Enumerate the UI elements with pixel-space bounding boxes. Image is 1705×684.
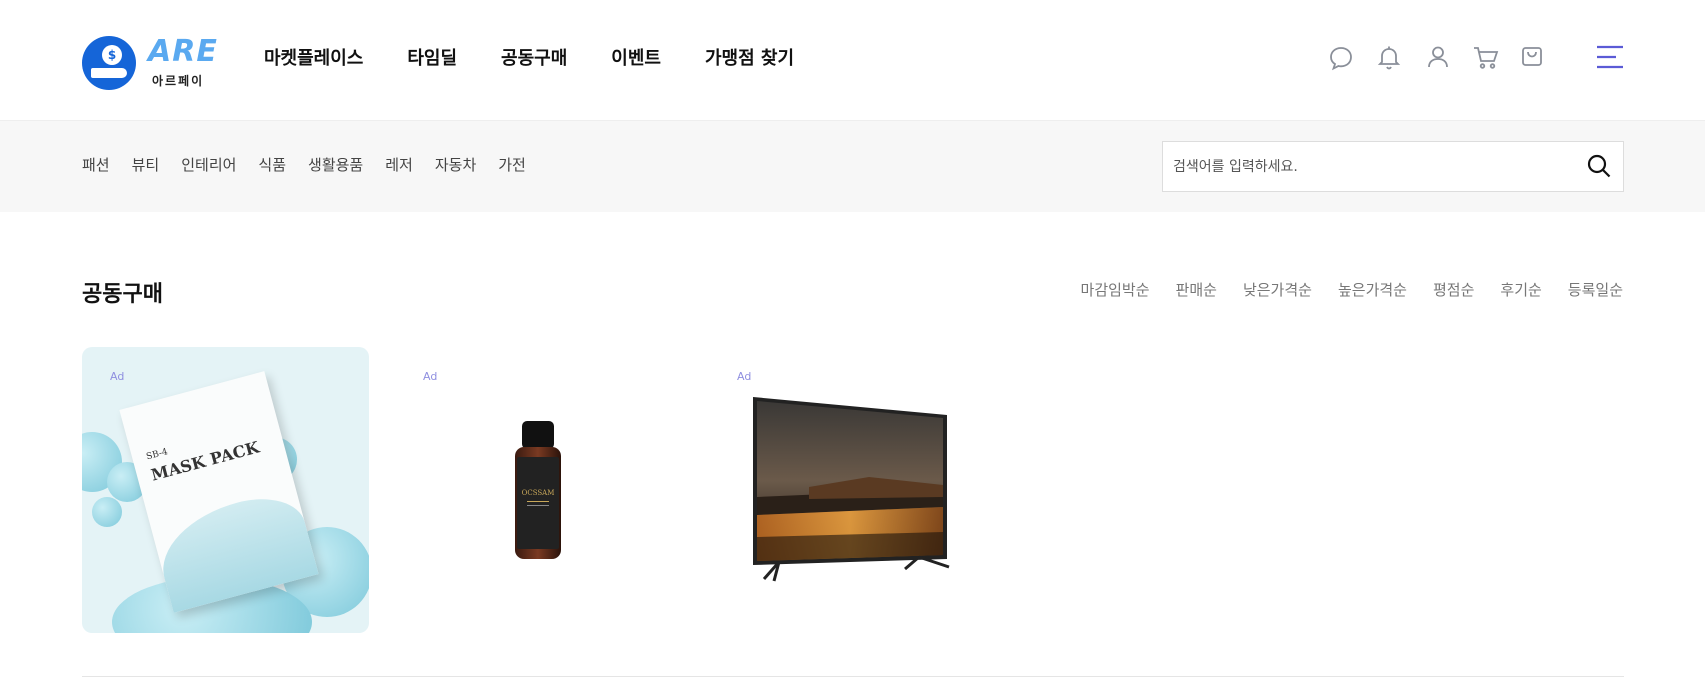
logo-mark: $ [82,36,136,90]
product-card-mask-pack[interactable]: SB-4 MASK PACK Ad [82,347,369,633]
category-bar: 패션 뷰티 인테리어 식품 생활용품 레저 자동차 가전 [0,121,1705,212]
brand-logo[interactable]: $ ARE 아르페이 [82,34,217,92]
mask-pack-package: SB-4 MASK PACK [119,371,319,613]
category-beauty[interactable]: 뷰티 [132,154,160,175]
user-icon[interactable] [1424,43,1452,71]
category-leisure[interactable]: 레저 [385,154,413,175]
category-living[interactable]: 생활용품 [308,154,363,175]
nav-item-timedeal[interactable]: 타임딜 [407,44,457,70]
search-input[interactable] [1173,142,1573,191]
ad-badge: Ad [423,370,438,383]
sort-high-price[interactable]: 높은가격순 [1338,279,1407,300]
sort-options: 마감임박순 판매순 낮은가격순 높은가격순 평점순 후기순 등록일순 [1055,279,1623,300]
mask-pack-image: SB-4 MASK PACK [82,347,369,633]
header: $ ARE 아르페이 마켓플레이스 타임딜 공동구매 이벤트 가맹점 찾기 [0,0,1705,121]
bottle-image: OCSSAM [395,347,682,633]
nav-item-groupbuy[interactable]: 공동구매 [501,44,567,70]
chat-icon[interactable] [1327,44,1355,72]
category-car[interactable]: 자동차 [435,154,476,175]
search-icon[interactable] [1585,152,1613,180]
television-image [709,347,996,633]
sort-sales[interactable]: 판매순 [1176,279,1217,300]
search-box [1162,141,1624,192]
sort-newest[interactable]: 등록일순 [1568,279,1623,300]
hand-icon [91,68,127,78]
sort-rating[interactable]: 평점순 [1433,279,1474,300]
category-interior[interactable]: 인테리어 [181,154,236,175]
product-card-television[interactable]: Ad [709,347,996,633]
nav-item-marketplace[interactable]: 마켓플레이스 [264,44,363,70]
product-card-bottle[interactable]: OCSSAM Ad [395,347,682,633]
category-list: 패션 뷰티 인테리어 식품 생활용품 레저 자동차 가전 [82,154,548,175]
bell-icon[interactable] [1375,43,1403,71]
nav-item-event[interactable]: 이벤트 [611,44,661,70]
shopping-bag-icon[interactable] [1518,42,1546,70]
category-fashion[interactable]: 패션 [82,154,110,175]
bottle-label: OCSSAM [522,489,555,497]
sort-low-price[interactable]: 낮은가격순 [1243,279,1312,300]
menu-icon[interactable] [1596,43,1624,71]
category-appliance[interactable]: 가전 [498,154,526,175]
nav-item-store-finder[interactable]: 가맹점 찾기 [705,44,794,70]
brand-name: ARE [148,34,218,69]
section-divider [82,676,1624,677]
ad-badge: Ad [737,370,752,383]
sort-reviews[interactable]: 후기순 [1500,279,1541,300]
page-title: 공동구매 [82,282,163,307]
brand-sub: 아르페이 [152,74,205,88]
coin-icon: $ [102,45,122,65]
category-food[interactable]: 식품 [258,154,286,175]
cart-icon[interactable] [1472,43,1500,71]
main-nav: 마켓플레이스 타임딜 공동구매 이벤트 가맹점 찾기 [264,44,838,70]
sort-deadline[interactable]: 마감임박순 [1081,279,1150,300]
ad-badge: Ad [110,370,125,383]
